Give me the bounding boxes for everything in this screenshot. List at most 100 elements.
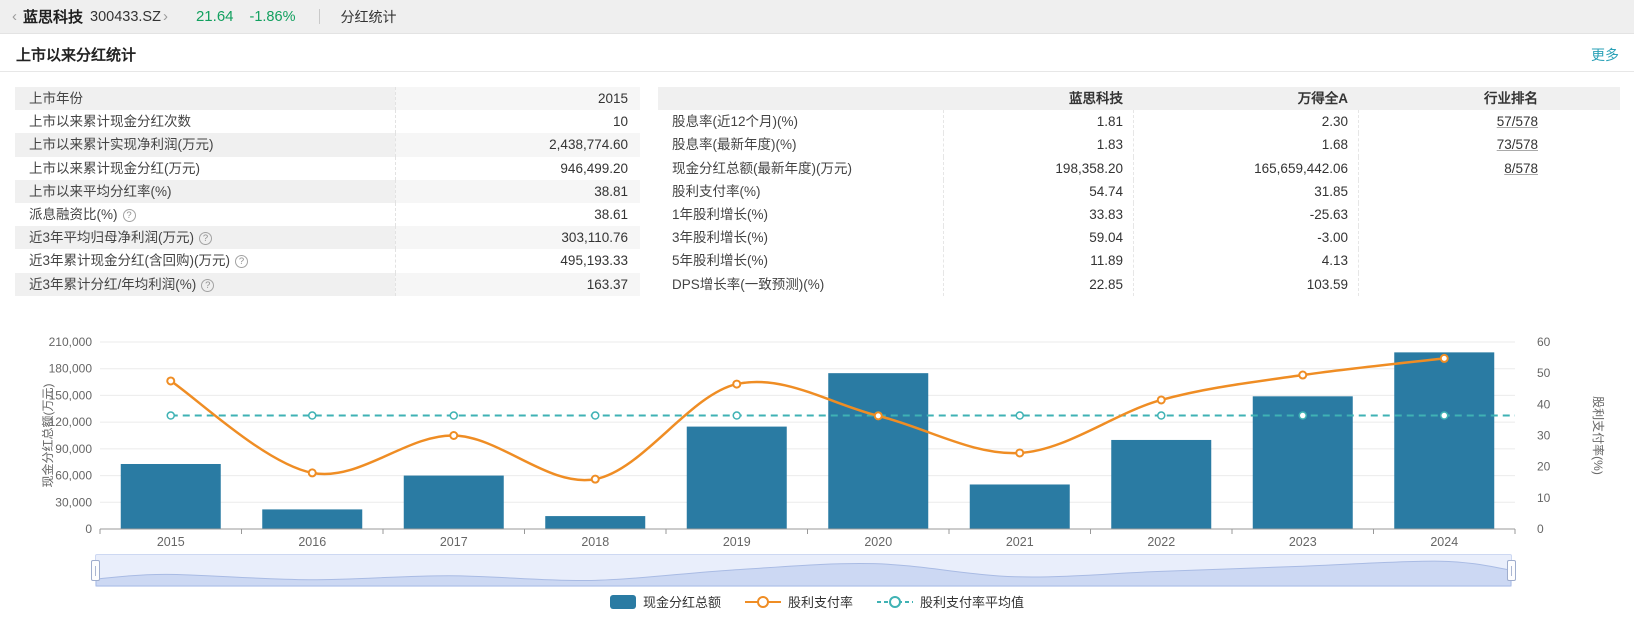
row-company-value: 198,358.20 (943, 157, 1133, 180)
bar-2018[interactable] (545, 516, 645, 529)
legend-label: 股利支付率平均值 (920, 592, 1024, 611)
bar-2016[interactable] (262, 509, 362, 529)
y-axis-left-tick: 30,000 (55, 495, 92, 509)
row-rank (1358, 180, 1548, 203)
bar-2019[interactable] (687, 427, 787, 529)
bar-2022[interactable] (1111, 440, 1211, 529)
row-spacer (1548, 249, 1620, 272)
avg-marker-2016[interactable] (309, 412, 316, 419)
more-link[interactable]: 更多 (1591, 45, 1619, 65)
payout-marker-2024[interactable] (1441, 355, 1448, 362)
bar-2021[interactable] (970, 484, 1070, 529)
y-axis-right-tick: 50 (1537, 366, 1551, 380)
avg-marker-2022[interactable] (1158, 412, 1165, 419)
row-rank: 8/578 (1358, 157, 1548, 180)
y-axis-right-tick: 60 (1537, 335, 1551, 349)
chart-legend: 现金分红总额 股利支付率 股利支付率平均值 (0, 592, 1634, 611)
y-axis-left-tick: 90,000 (55, 442, 92, 456)
help-icon[interactable]: ? (235, 255, 248, 268)
avg-marker-2019[interactable] (733, 412, 740, 419)
header-company: 蓝思科技 (943, 87, 1133, 110)
table-row: 股利支付率(%)54.7431.85 (658, 180, 1620, 203)
dividend-chart[interactable]: 030,00060,00090,000120,000150,000180,000… (0, 306, 1634, 554)
x-axis-label: 2023 (1289, 535, 1317, 549)
avg-marker-2017[interactable] (450, 412, 457, 419)
row-value: 2,438,774.60 (395, 133, 640, 156)
back-chevron-icon[interactable]: ‹ (10, 8, 19, 25)
rank-link[interactable]: 57/578 (1497, 114, 1538, 129)
payout-marker-2019[interactable] (733, 381, 740, 388)
stock-change-percent: -1.86% (250, 9, 296, 25)
y-axis-left-tick: 180,000 (49, 362, 93, 376)
legend-item-avg[interactable]: 股利支付率平均值 (877, 592, 1024, 611)
avg-marker-2023[interactable] (1299, 412, 1306, 419)
forward-chevron-icon[interactable]: › (161, 8, 170, 25)
table-row: 1年股利增长(%)33.83-25.63 (658, 203, 1620, 226)
avg-marker-2018[interactable] (592, 412, 599, 419)
x-axis-label: 2020 (864, 535, 892, 549)
x-axis-label: 2024 (1430, 535, 1458, 549)
row-market-value: 2.30 (1133, 110, 1358, 133)
datazoom-slider[interactable] (95, 554, 1512, 587)
row-spacer (1548, 133, 1620, 156)
legend-item-bar[interactable]: 现金分红总额 (610, 592, 721, 611)
bar-2024[interactable] (1394, 352, 1494, 529)
payout-marker-2022[interactable] (1158, 396, 1165, 403)
bar-2017[interactable] (404, 476, 504, 529)
y-axis-right-title: 股利支付率(%) (1591, 396, 1606, 475)
x-axis-label: 2019 (723, 535, 751, 549)
bar-2020[interactable] (828, 373, 928, 529)
payout-marker-2021[interactable] (1016, 449, 1023, 456)
table-row: 现金分红总额(最新年度)(万元)198,358.20165,659,442.06… (658, 157, 1620, 180)
rank-link[interactable]: 73/578 (1497, 137, 1538, 152)
help-icon[interactable]: ? (201, 279, 214, 292)
row-label: 近3年累计现金分红(含回购)(万元)? (15, 249, 395, 272)
y-axis-left-tick: 210,000 (49, 335, 93, 349)
y-axis-right-tick: 10 (1537, 491, 1551, 505)
help-icon[interactable]: ? (123, 209, 136, 222)
row-value: 2015 (395, 87, 640, 110)
datazoom-left-handle[interactable] (91, 560, 100, 581)
row-value: 163.37 (395, 273, 640, 296)
payout-marker-2023[interactable] (1299, 372, 1306, 379)
row-company-value: 1.83 (943, 133, 1133, 156)
row-label: 上市以来累计现金分红次数 (15, 110, 395, 133)
legend-item-payout[interactable]: 股利支付率 (745, 592, 853, 611)
row-value: 38.81 (395, 180, 640, 203)
rank-link[interactable]: 8/578 (1504, 161, 1538, 176)
row-label: 上市以来平均分红率(%) (15, 180, 395, 203)
row-rank (1358, 203, 1548, 226)
tab-dividend-stats[interactable]: 分红统计 (340, 7, 396, 27)
payout-marker-2018[interactable] (592, 476, 599, 483)
avg-marker-2015[interactable] (167, 412, 174, 419)
y-axis-left-tick: 120,000 (49, 415, 93, 429)
payout-marker-2020[interactable] (875, 412, 882, 419)
bar-2015[interactable] (121, 464, 221, 529)
bar-swatch-icon (610, 595, 636, 609)
legend-label: 股利支付率 (788, 592, 853, 611)
payout-marker-2016[interactable] (309, 469, 316, 476)
datazoom-right-handle[interactable] (1507, 560, 1516, 581)
help-icon[interactable]: ? (199, 232, 212, 245)
summary-table: 上市年份2015上市以来累计现金分红次数10上市以来累计实现净利润(万元)2,4… (15, 87, 640, 296)
y-axis-left-tick: 0 (85, 522, 92, 536)
dividend-stats-page: ‹ 蓝思科技 300433.SZ › 21.64 -1.86% 分红统计 上市以… (0, 0, 1634, 621)
avg-marker-2021[interactable] (1016, 412, 1023, 419)
stock-code: 300433.SZ (90, 9, 161, 25)
content-card: 上市以来分红统计 更多 上市年份2015上市以来累计现金分红次数10上市以来累计… (0, 38, 1634, 621)
row-spacer (1548, 203, 1620, 226)
row-label: 股利支付率(%) (658, 180, 943, 203)
payout-marker-2015[interactable] (167, 377, 174, 384)
header-blank (658, 87, 943, 110)
row-label: 近3年累计分红/年均利润(%)? (15, 273, 395, 296)
stock-name[interactable]: 蓝思科技 (23, 6, 83, 27)
payout-marker-2017[interactable] (450, 432, 457, 439)
table-header-row: 蓝思科技万得全A行业排名 (658, 87, 1620, 110)
row-label: 3年股利增长(%) (658, 226, 943, 249)
table-row: DPS增长率(一致预测)(%)22.85103.59 (658, 273, 1620, 296)
table-row: 近3年平均归母净利润(万元)?303,110.76 (15, 226, 640, 249)
avg-marker-2024[interactable] (1441, 412, 1448, 419)
legend-label: 现金分红总额 (643, 592, 721, 611)
x-axis-label: 2018 (581, 535, 609, 549)
table-row: 近3年累计分红/年均利润(%)?163.37 (15, 273, 640, 296)
